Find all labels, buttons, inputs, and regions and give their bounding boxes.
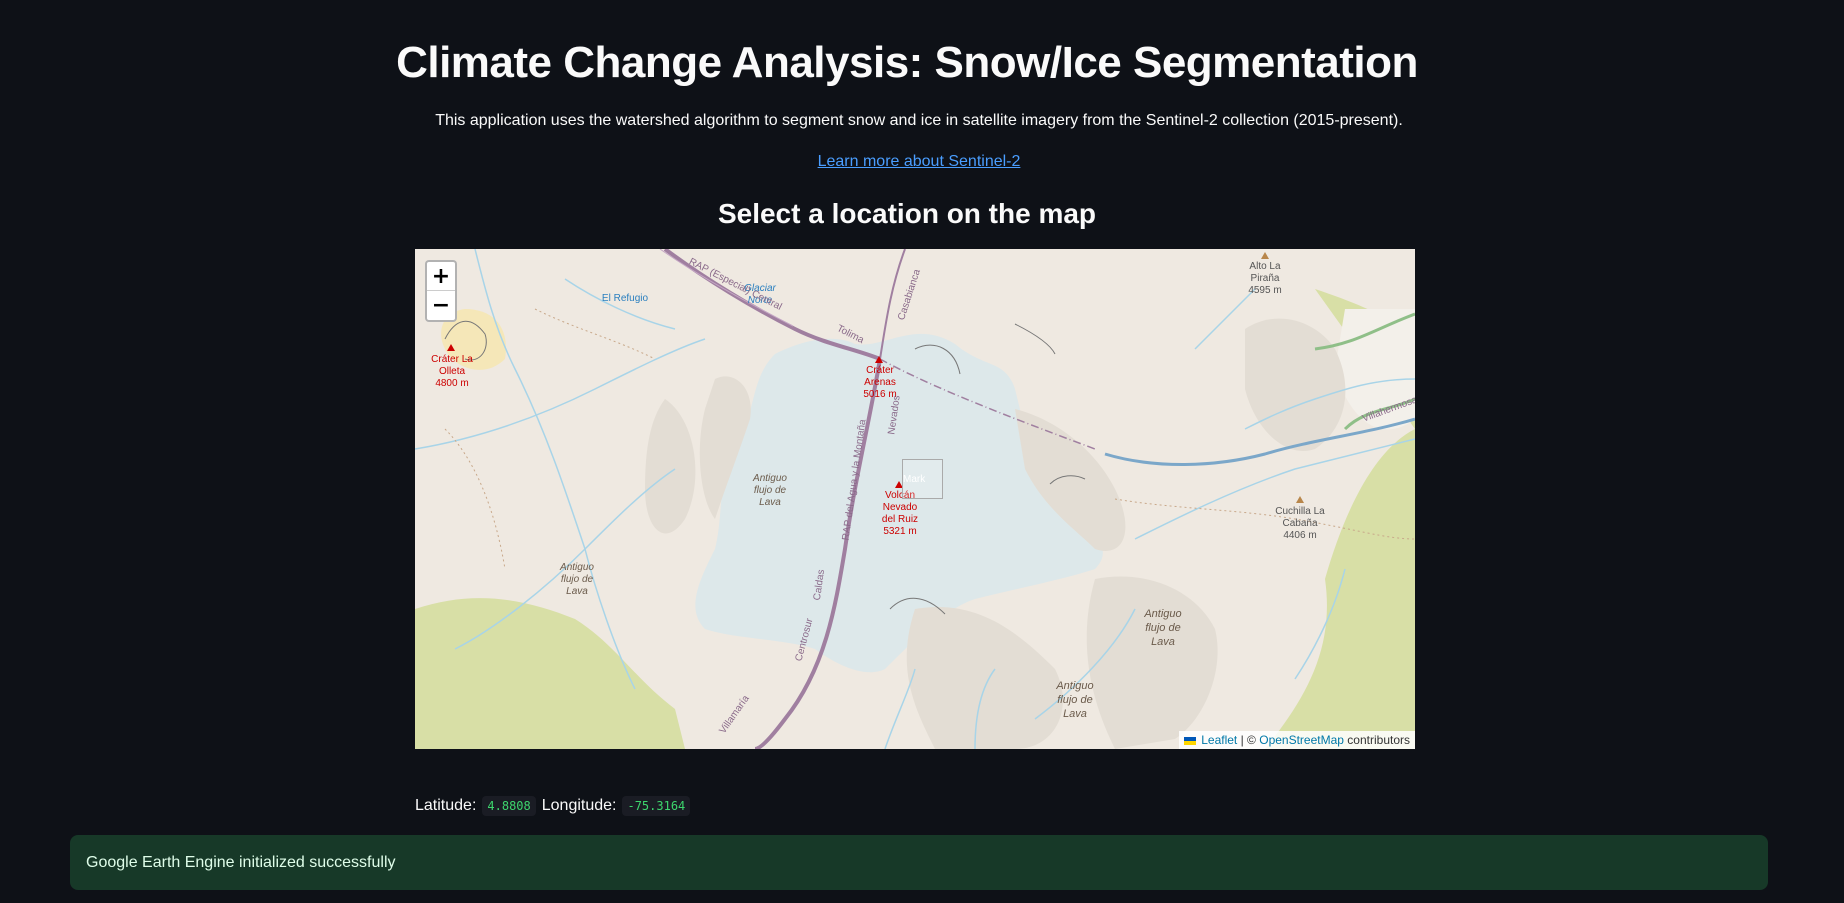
success-alert: Google Earth Engine initialized successf… [70,835,1768,890]
sentinel-link[interactable]: Learn more about Sentinel-2 [818,153,1021,170]
zoom-in-button[interactable]: + [427,262,455,291]
map-view[interactable]: + − El Refugio Glaciar Norte Cráter La O… [415,249,1415,749]
zoom-control: + − [425,260,457,322]
longitude-value: -75.3164 [622,796,691,816]
peak-icon [1296,496,1304,503]
peak-icon [875,356,883,363]
intro-text: This application uses the watershed algo… [435,112,1403,129]
location-marker[interactable]: Mark [902,459,943,499]
leaflet-link[interactable]: Leaflet [1201,733,1237,747]
label-lava: Antiguo flujo de Lava [1144,608,1182,648]
longitude-label: Longitude: [541,797,617,814]
zoom-out-button[interactable]: − [427,291,455,320]
map-attribution: Leaflet | © OpenStreetMap contributors [1178,731,1415,749]
peak-icon [1261,252,1269,259]
label-el-refugio: El Refugio [601,293,649,304]
attribution-contributors: contributors [1347,733,1410,747]
label-cuchilla-cabana: Cuchilla La Cabaña 4406 m [1275,506,1325,541]
coordinates-readout: Latitude: 4.8808 Longitude: -75.3164 [415,796,691,816]
page-title: Climate Change Analysis: Snow/Ice Segmen… [396,38,1418,87]
label-lava: Antiguo flujo de Lava [1056,680,1094,720]
peak-icon [447,344,455,351]
label-lava: Antiguo flujo de Lava [560,562,594,597]
success-message: Google Earth Engine initialized successf… [86,853,396,871]
map-section-title: Select a location on the map [717,198,1097,229]
latitude-label: Latitude: [415,797,477,814]
marker-alt-text: Mark [903,474,926,485]
latitude-value: 4.8808 [482,796,536,816]
ukraine-flag-icon [1183,736,1196,745]
attribution-separator: | © [1240,733,1256,747]
learn-link-container: Learn more about Sentinel-2 [0,153,1838,171]
osm-link[interactable]: OpenStreetMap [1259,733,1344,747]
label-alto-pirana: Alto La Piraña 4595 m [1248,261,1282,296]
label-lava: Antiguo flujo de Lava [753,473,787,508]
label-crater-olleta: Cráter La Olleta 4800 m [431,354,473,389]
